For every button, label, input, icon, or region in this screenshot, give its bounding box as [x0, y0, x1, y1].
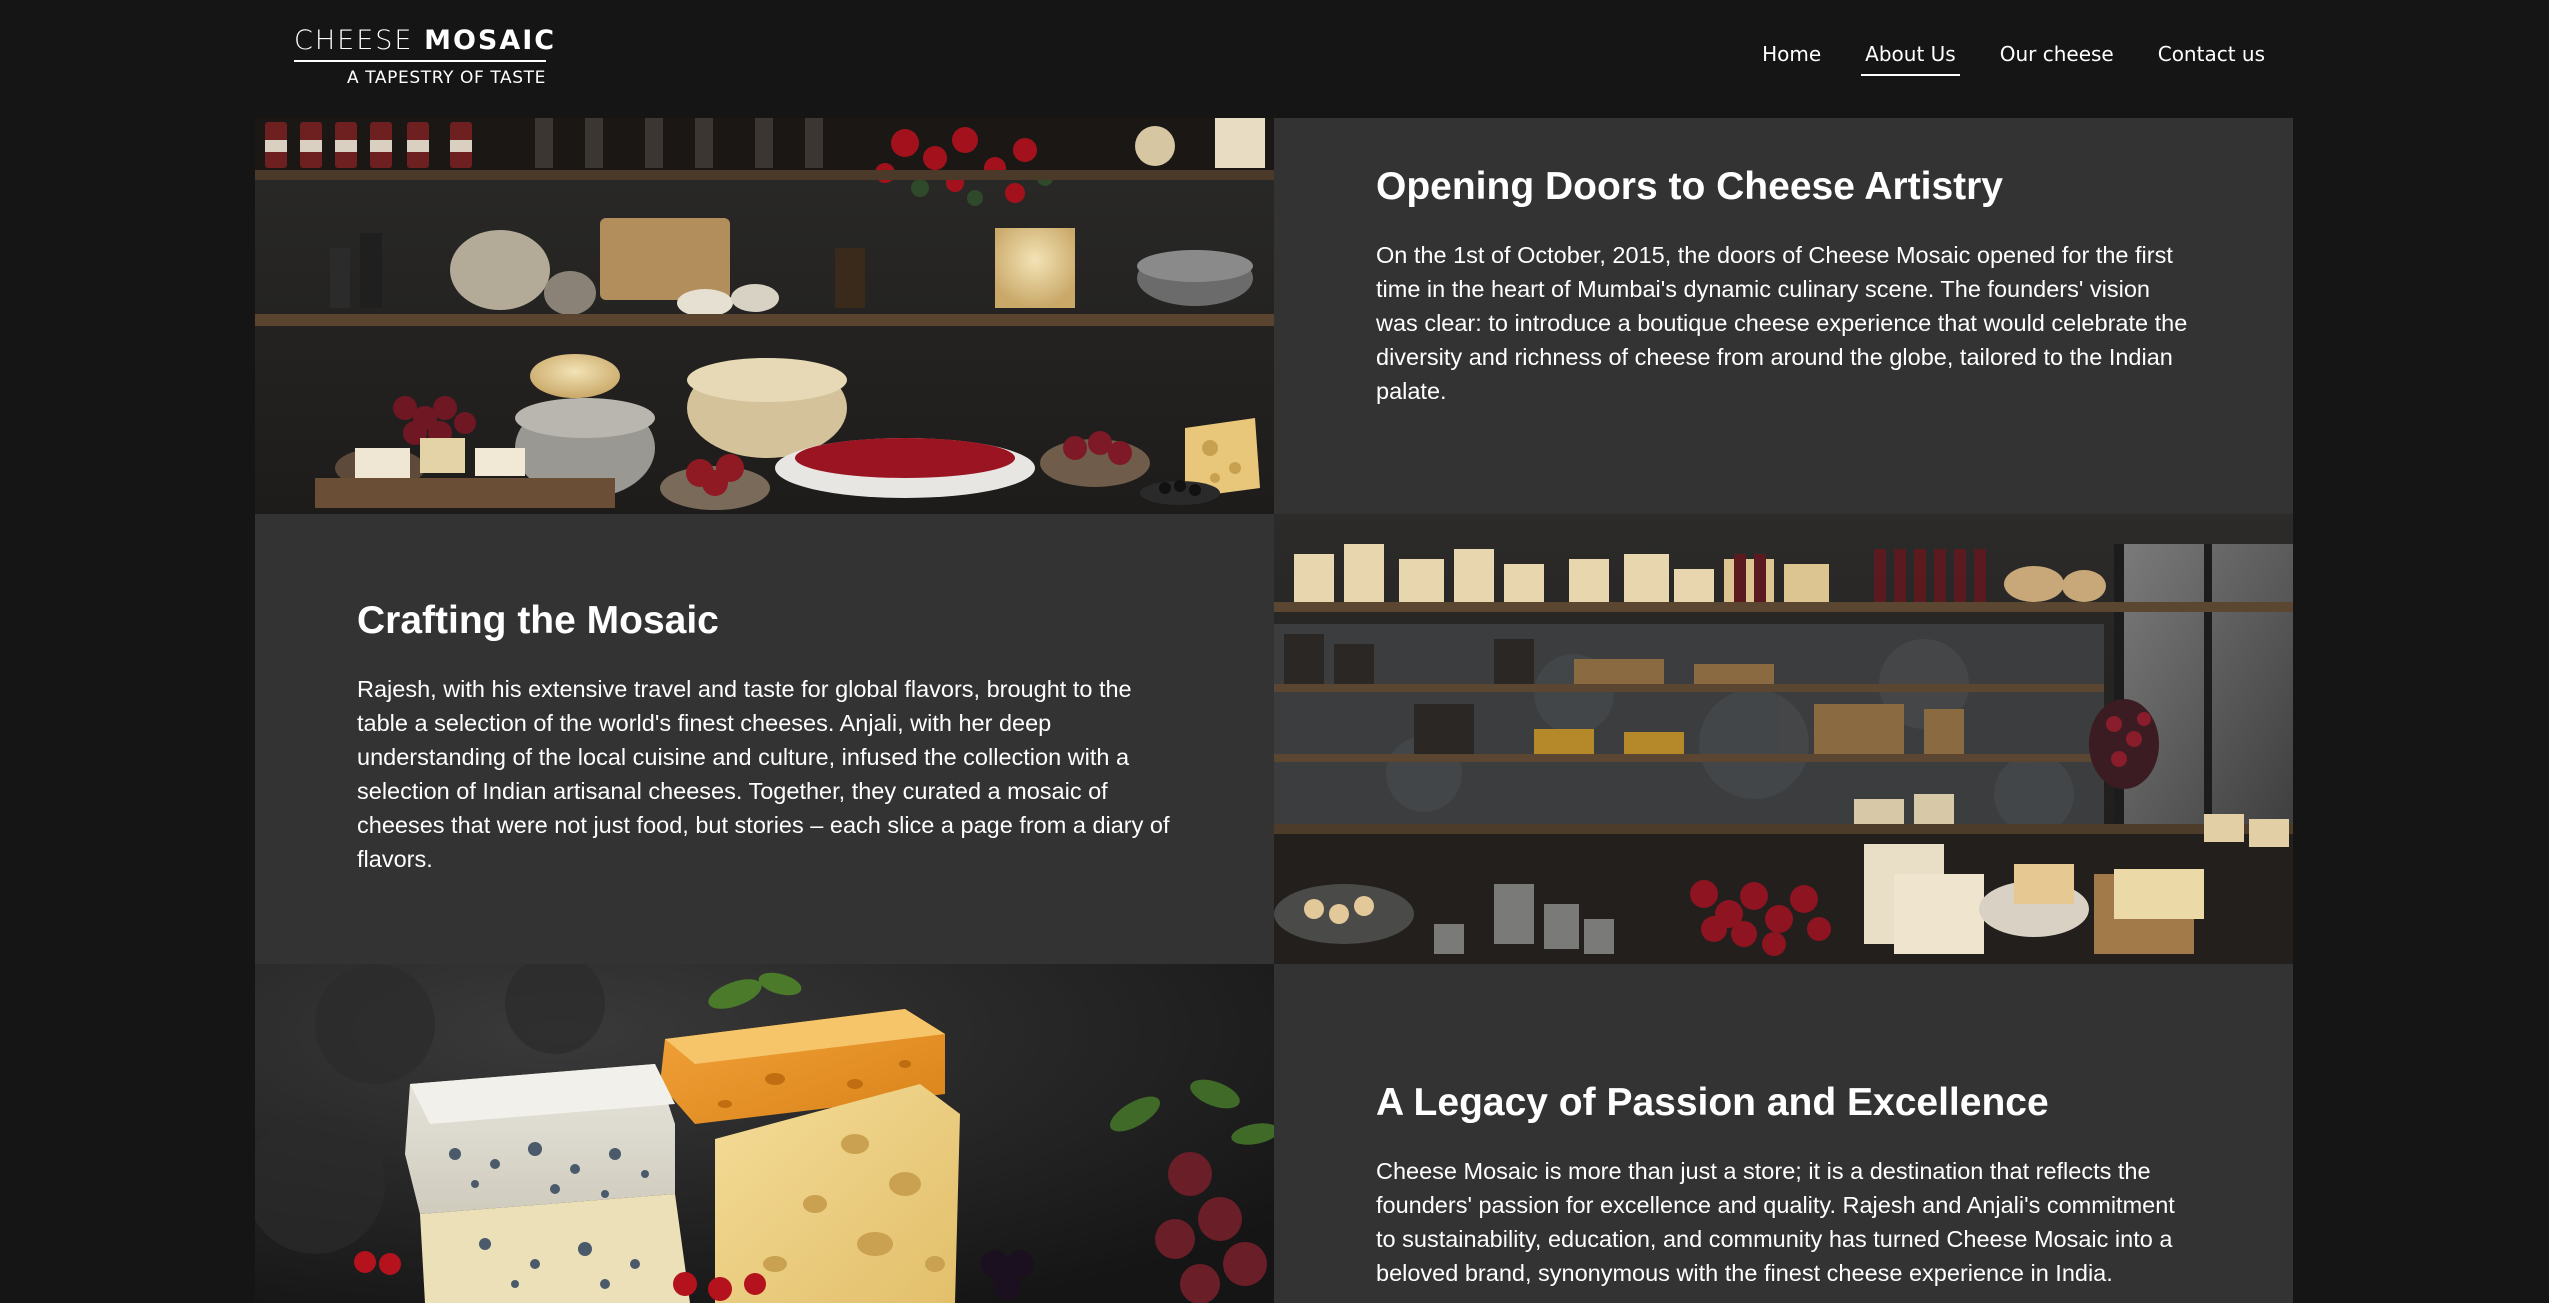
logo-name-light: CHEESE [294, 25, 414, 56]
cheese-shop-interior-image [1274, 514, 2293, 964]
logo[interactable]: CHEESE MOSAIC A TAPESTRY OF TASTE [294, 25, 554, 88]
nav-our-cheese[interactable]: Our cheese [1996, 38, 2118, 76]
nav-contact-us[interactable]: Contact us [2154, 38, 2269, 76]
section-body: Rajesh, with his extensive travel and ta… [357, 676, 1170, 872]
section-body: On the 1st of October, 2015, the doors o… [1376, 242, 2188, 404]
section-title: A Legacy of Passion and Excellence [1376, 1081, 2049, 1124]
section-opening-doors: Opening Doors to Cheese Artistry On the … [1274, 118, 2293, 514]
section-title: Crafting the Mosaic [357, 599, 719, 642]
nav-about-us[interactable]: About Us [1861, 38, 1960, 76]
section-crafting-mosaic: Crafting the Mosaic Rajesh, with his ext… [255, 514, 1274, 964]
logo-tagline: A TAPESTRY OF TASTE [347, 68, 546, 88]
section-body: Cheese Mosaic is more than just a store;… [1376, 1158, 2175, 1286]
cheese-shelves-image [255, 118, 1274, 514]
main-nav: Home About Us Our cheese Contact us [1722, 38, 2269, 76]
logo-name-bold: MOSAIC [424, 25, 557, 56]
section-legacy: A Legacy of Passion and Excellence Chees… [1274, 964, 2293, 1303]
cheese-wedges-image [255, 964, 1274, 1303]
logo-wordmark: CHEESE MOSAIC [294, 25, 554, 62]
site-header: CHEESE MOSAIC A TAPESTRY OF TASTE Home A… [0, 0, 2549, 118]
nav-home[interactable]: Home [1758, 38, 1825, 76]
section-title: Opening Doors to Cheese Artistry [1376, 165, 2003, 208]
